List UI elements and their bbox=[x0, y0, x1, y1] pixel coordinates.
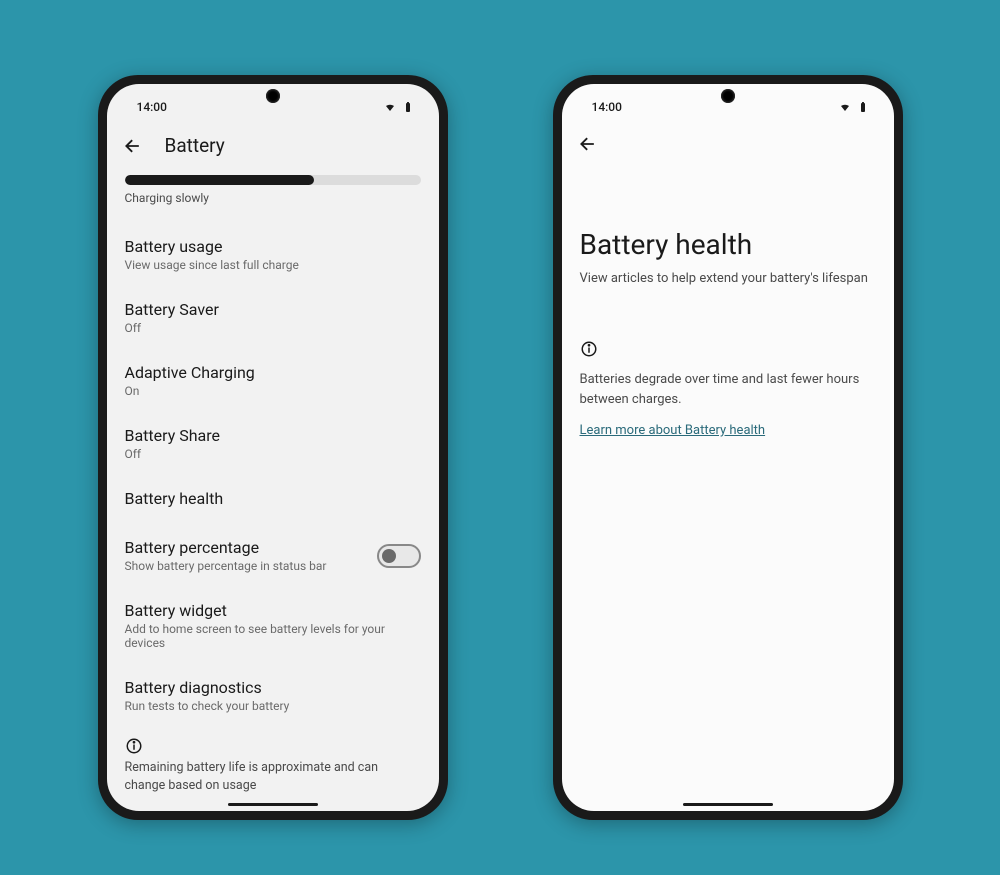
charging-status: Charging slowly bbox=[125, 191, 421, 205]
wifi-icon bbox=[838, 101, 852, 113]
item-battery-health[interactable]: Battery health bbox=[125, 475, 421, 524]
toggle-knob bbox=[382, 549, 396, 563]
battery-progress-bar bbox=[125, 175, 421, 185]
settings-list[interactable]: Charging slowly Battery usage View usage… bbox=[107, 171, 439, 811]
item-sub: Run tests to check your battery bbox=[125, 699, 421, 713]
item-title: Battery Saver bbox=[125, 300, 421, 319]
screen-right: 14:00 Battery health View articles to he… bbox=[562, 84, 894, 811]
camera-cutout bbox=[266, 89, 280, 103]
item-battery-share[interactable]: Battery Share Off bbox=[125, 412, 421, 475]
item-sub: On bbox=[125, 384, 421, 398]
screen-left: 14:00 Battery Charging slowly Battery us… bbox=[107, 84, 439, 811]
item-battery-saver[interactable]: Battery Saver Off bbox=[125, 286, 421, 349]
camera-cutout bbox=[721, 89, 735, 103]
info-icon bbox=[580, 340, 598, 358]
status-time: 14:00 bbox=[137, 100, 167, 114]
battery-icon bbox=[401, 101, 415, 113]
item-sub: View usage since last full charge bbox=[125, 258, 421, 272]
phone-left: 14:00 Battery Charging slowly Battery us… bbox=[98, 75, 448, 820]
status-icons bbox=[383, 101, 415, 113]
item-title: Battery health bbox=[125, 489, 421, 508]
info-block: Batteries degrade over time and last few… bbox=[562, 316, 894, 438]
item-title: Battery Share bbox=[125, 426, 421, 445]
item-title: Battery widget bbox=[125, 601, 421, 620]
back-arrow-icon[interactable] bbox=[578, 134, 598, 154]
item-title: Adaptive Charging bbox=[125, 363, 421, 382]
item-sub: Off bbox=[125, 447, 421, 461]
info-text: Batteries degrade over time and last few… bbox=[580, 370, 876, 409]
page-title: Battery bbox=[165, 134, 225, 157]
battery-progress-fill bbox=[125, 175, 314, 185]
back-arrow-icon[interactable] bbox=[123, 136, 143, 156]
page-subtitle: View articles to help extend your batter… bbox=[562, 271, 894, 316]
wifi-icon bbox=[383, 101, 397, 113]
item-adaptive-charging[interactable]: Adaptive Charging On bbox=[125, 349, 421, 412]
item-battery-widget[interactable]: Battery widget Add to home screen to see… bbox=[125, 587, 421, 664]
status-time: 14:00 bbox=[592, 100, 622, 114]
header: Battery bbox=[107, 122, 439, 171]
item-title: Battery percentage bbox=[125, 538, 377, 557]
footnote-row bbox=[125, 727, 421, 759]
toggle-battery-percentage[interactable] bbox=[377, 544, 421, 568]
item-battery-diagnostics[interactable]: Battery diagnostics Run tests to check y… bbox=[125, 664, 421, 727]
battery-icon bbox=[856, 101, 870, 113]
learn-more-link[interactable]: Learn more about Battery health bbox=[580, 423, 766, 438]
phone-right: 14:00 Battery health View articles to he… bbox=[553, 75, 903, 820]
item-battery-percentage[interactable]: Battery percentage Show battery percenta… bbox=[125, 524, 421, 587]
item-sub: Off bbox=[125, 321, 421, 335]
page-title: Battery health bbox=[562, 168, 894, 271]
status-icons bbox=[838, 101, 870, 113]
nav-handle[interactable] bbox=[683, 803, 773, 806]
item-battery-usage[interactable]: Battery usage View usage since last full… bbox=[125, 223, 421, 286]
info-icon bbox=[125, 737, 143, 755]
item-title: Battery diagnostics bbox=[125, 678, 421, 697]
header bbox=[562, 122, 894, 168]
nav-handle[interactable] bbox=[228, 803, 318, 806]
item-sub: Show battery percentage in status bar bbox=[125, 559, 377, 573]
footnote-text: Remaining battery life is approximate an… bbox=[125, 759, 421, 794]
item-title: Battery usage bbox=[125, 237, 421, 256]
item-sub: Add to home screen to see battery levels… bbox=[125, 622, 421, 650]
